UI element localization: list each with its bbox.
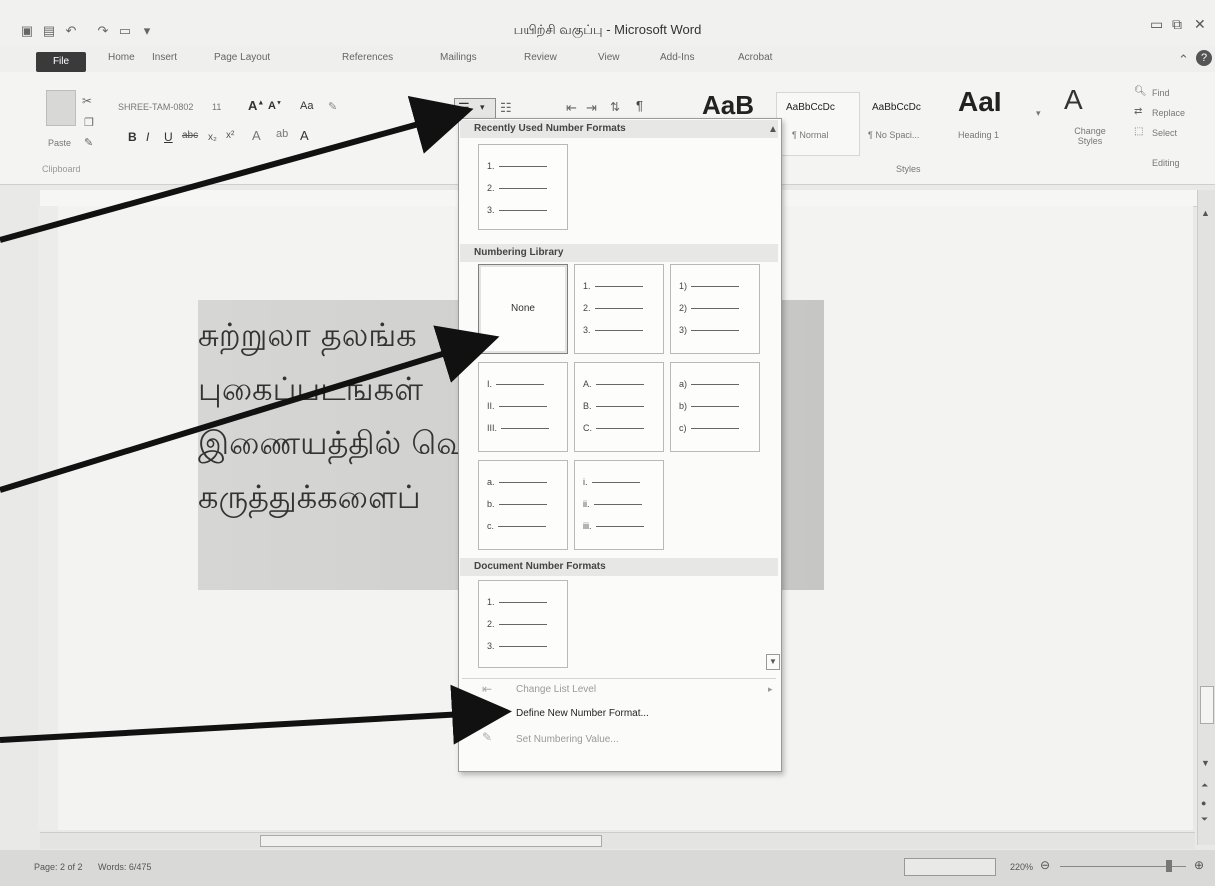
arrow-to-numbering-button — [0, 95, 474, 243]
annotation-arrows — [0, 95, 512, 745]
arrow-to-define-new-format — [0, 684, 512, 745]
arrow-to-none-format — [0, 325, 500, 493]
